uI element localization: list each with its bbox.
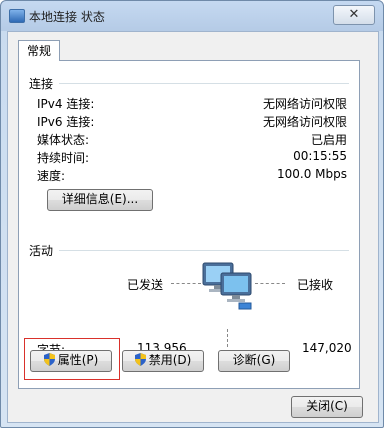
activity-divider [59, 250, 349, 251]
speed-row: 速度: 100.0 Mbps [37, 167, 347, 183]
activity-group-title: 活动 [29, 244, 54, 258]
uac-shield-icon [134, 353, 146, 366]
network-connection-icon [9, 9, 25, 23]
close-button[interactable]: 关闭(C) [291, 396, 363, 418]
sent-label: 已发送 [127, 278, 164, 292]
ipv4-label: IPv4 连接: [37, 97, 95, 111]
ipv4-value: 无网络访问权限 [262, 97, 347, 111]
duration-value: 00:15:55 [293, 149, 347, 163]
dialog-client-area: 常规 连接 IPv4 连接: 无网络访问权限 IPv6 连接: 无网络访问权限 … [7, 31, 379, 423]
details-button[interactable]: 详细信息(E)... [47, 189, 153, 211]
status-dialog: 本地连接 状态 ✕ 常规 连接 IPv4 连接: 无网络访问权限 IPv6 连接… [0, 0, 384, 428]
window-title: 本地连接 状态 [29, 10, 105, 24]
connection-group-title: 连接 [29, 77, 54, 91]
disable-button[interactable]: 禁用(D) [122, 350, 204, 372]
tab-general[interactable]: 常规 [18, 40, 61, 61]
ipv6-label: IPv6 连接: [37, 115, 95, 129]
received-connector [255, 283, 285, 284]
diagnose-button[interactable]: 诊断(G) [218, 350, 290, 372]
received-label: 已接收 [297, 278, 334, 292]
window-close-button[interactable]: ✕ [333, 5, 375, 25]
duration-label: 持续时间: [37, 151, 90, 165]
ipv6-value: 无网络访问权限 [262, 115, 347, 129]
media-state-label: 媒体状态: [37, 133, 90, 147]
connection-divider [59, 83, 349, 84]
title-bar[interactable]: 本地连接 状态 ✕ [1, 1, 383, 31]
ipv6-row: IPv6 连接: 无网络访问权限 [37, 113, 347, 129]
speed-label: 速度: [37, 169, 66, 183]
duration-row: 持续时间: 00:15:55 [37, 149, 347, 165]
highlight-box [24, 338, 120, 380]
disable-label: 禁用(D) [148, 353, 192, 367]
bytes-connector [227, 329, 228, 347]
network-activity-icon [202, 262, 252, 310]
media-state-row: 媒体状态: 已启用 [37, 131, 347, 147]
sent-connector [171, 283, 201, 284]
media-state-value: 已启用 [310, 133, 347, 147]
bytes-received-value: 147,020 [302, 341, 352, 355]
speed-value: 100.0 Mbps [276, 167, 347, 181]
ipv4-row: IPv4 连接: 无网络访问权限 [37, 95, 347, 111]
